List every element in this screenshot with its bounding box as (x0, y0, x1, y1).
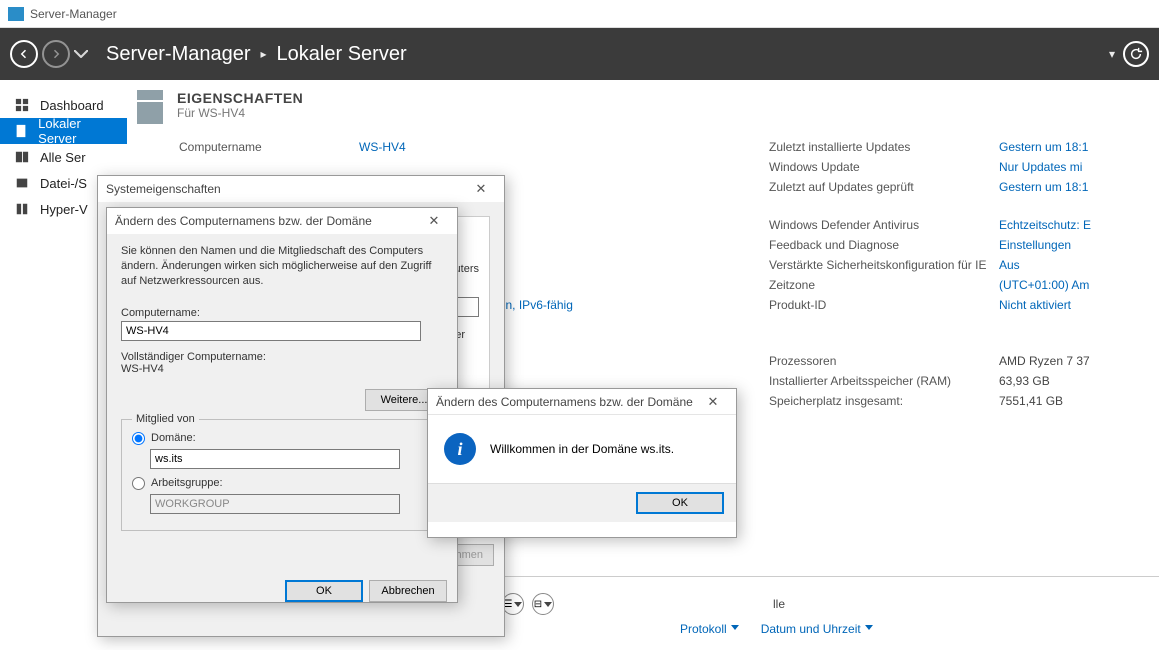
app-title: Server-Manager (30, 7, 117, 21)
dialog-rename-computer: Ändern des Computernamens bzw. der Domän… (106, 207, 458, 603)
sidebar-item-label: Dashboard (40, 98, 104, 113)
prop-value[interactable]: (UTC+01:00) Am (999, 278, 1159, 292)
prop-label: Zuletzt auf Updates geprüft (769, 180, 989, 194)
prop-value-computername[interactable]: WS-HV4 (359, 140, 759, 154)
dialog-title: Systemeigenschaften (106, 182, 221, 196)
prop-value[interactable]: Nur Updates mi (999, 160, 1159, 174)
sidebar-item-label: Alle Ser (40, 150, 86, 165)
dialog-titlebar[interactable]: Ändern des Computernamens bzw. der Domän… (107, 208, 457, 234)
info-icon: i (444, 433, 476, 465)
properties-subtitle: Für WS-HV4 (177, 106, 303, 120)
prop-label: Feedback und Diagnose (769, 238, 989, 252)
back-button[interactable] (10, 40, 38, 68)
dialog-title: Ändern des Computernamens bzw. der Domän… (436, 395, 693, 409)
server-large-icon (137, 90, 163, 126)
column-header-partial: lle (773, 597, 785, 611)
properties-title: EIGENSCHAFTEN (177, 90, 303, 106)
domain-label: Domäne: (151, 432, 196, 444)
breadcrumb-root[interactable]: Server-Manager (106, 43, 251, 66)
dialog-button-row: OK (428, 483, 736, 522)
column-datum[interactable]: Datum und Uhrzeit (761, 622, 861, 636)
workgroup-input[interactable] (150, 494, 400, 514)
prop-label: Windows Defender Antivirus (769, 218, 989, 232)
menu-dropdown-icon[interactable]: ▾ (1109, 47, 1115, 61)
group-legend: Mitglied von (132, 413, 199, 425)
fqdn-value: WS-HV4 (121, 363, 443, 375)
ok-button[interactable]: OK (285, 580, 363, 602)
filter-button[interactable]: ☰ (502, 593, 524, 615)
sidebar-item-label: Lokaler Server (38, 116, 113, 146)
domain-input[interactable] (150, 449, 400, 469)
message-text: Willkommen in der Domäne ws.its. (490, 442, 674, 456)
prop-value[interactable]: Nicht aktiviert (999, 298, 1159, 312)
dialog-welcome-domain: Ändern des Computernamens bzw. der Domän… (427, 388, 737, 538)
dialog-titlebar[interactable]: Ändern des Computernamens bzw. der Domän… (428, 389, 736, 415)
fqdn-label: Vollständiger Computername: (121, 351, 443, 363)
breadcrumb-current: Lokaler Server (277, 43, 407, 66)
history-dropdown-icon[interactable] (74, 50, 88, 58)
breadcrumb: Server-Manager ▸ Lokaler Server (106, 43, 407, 66)
prop-label: Verstärkte Sicherheitskonfiguration für … (769, 258, 989, 272)
prop-value: AMD Ryzen 7 37 (999, 354, 1159, 368)
computername-label: Computername: (121, 307, 443, 319)
column-protokoll[interactable]: Protokoll (680, 622, 727, 636)
header-bar: Server-Manager ▸ Lokaler Server ▾ (0, 28, 1159, 80)
prop-label: Computername (179, 140, 349, 154)
computername-input[interactable] (121, 321, 421, 341)
dialog-description: Sie können den Namen und die Mitgliedsch… (121, 244, 443, 289)
app-icon (8, 7, 24, 21)
close-icon[interactable]: ✕ (466, 181, 496, 197)
file-services-icon (14, 176, 30, 190)
sidebar-item-label: Hyper-V (40, 202, 88, 217)
sidebar-item-label: Datei-/S (40, 176, 87, 191)
hyperv-icon (14, 202, 30, 216)
sidebar-item-all-servers[interactable]: Alle Ser (0, 144, 127, 170)
prop-label: Produkt-ID (769, 298, 989, 312)
workgroup-radio[interactable] (132, 477, 145, 490)
cancel-button[interactable]: Abbrechen (369, 580, 447, 602)
sidebar-item-local-server[interactable]: Lokaler Server (0, 118, 127, 144)
chevron-right-icon: ▸ (261, 47, 267, 61)
dialog-titlebar[interactable]: Systemeigenschaften ✕ (98, 176, 504, 202)
window-titlebar: Server-Manager (0, 0, 1159, 28)
dashboard-icon (14, 98, 30, 112)
prop-label: Zuletzt installierte Updates (769, 140, 989, 154)
prop-value: 7551,41 GB (999, 394, 1159, 408)
dialog-title: Ändern des Computernamens bzw. der Domän… (115, 214, 372, 228)
prop-value: 63,93 GB (999, 374, 1159, 388)
table-columns: Protokoll Datum und Uhrzeit (680, 622, 861, 636)
ok-button[interactable]: OK (636, 492, 724, 514)
prop-value[interactable]: Gestern um 18:1 (999, 180, 1159, 194)
prop-value[interactable]: Gestern um 18:1 (999, 140, 1159, 154)
member-of-group: Mitglied von Domäne: Arbeitsgruppe: (121, 419, 443, 531)
prop-label: Speicherplatz insgesamt: (769, 394, 989, 408)
sidebar-item-dashboard[interactable]: Dashboard (0, 92, 127, 118)
refresh-button[interactable] (1123, 41, 1149, 67)
prop-label: Prozessoren (769, 354, 989, 368)
prop-label: Zeitzone (769, 278, 989, 292)
dialog-button-row: OK Abbrechen (107, 572, 457, 610)
close-icon[interactable]: ✕ (698, 394, 728, 410)
prop-label: Installierter Arbeitsspeicher (RAM) (769, 374, 989, 388)
query-button[interactable]: ⊟ (532, 593, 554, 615)
prop-value[interactable]: Einstellungen (999, 238, 1159, 252)
workgroup-label: Arbeitsgruppe: (151, 477, 223, 489)
prop-label: Windows Update (769, 160, 989, 174)
servers-icon (14, 150, 30, 164)
close-icon[interactable]: ✕ (419, 213, 449, 229)
domain-radio[interactable] (132, 432, 145, 445)
prop-value[interactable]: Aus (999, 258, 1159, 272)
prop-value[interactable]: Echtzeitschutz: E (999, 218, 1159, 232)
server-icon (14, 124, 28, 138)
forward-button[interactable] (42, 40, 70, 68)
